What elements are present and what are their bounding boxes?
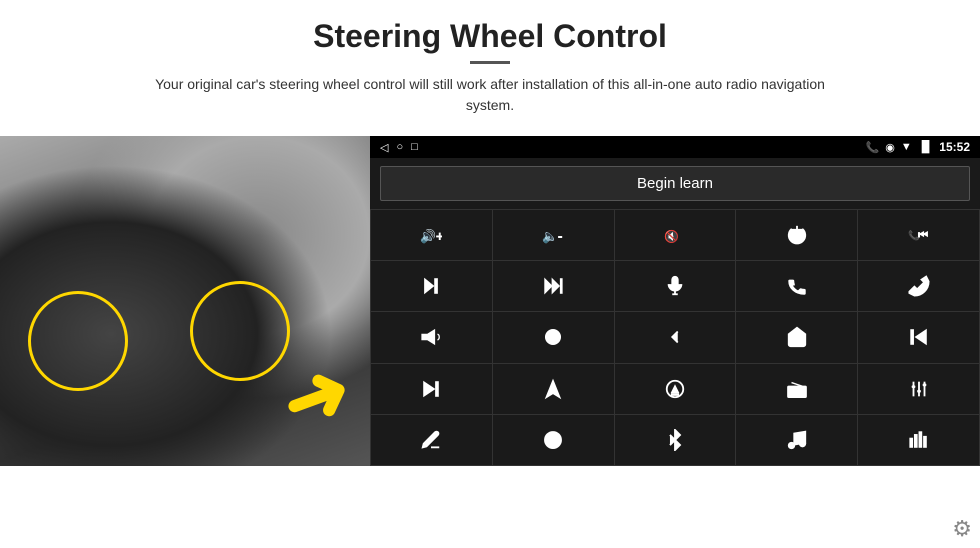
navigation-button[interactable]: [493, 364, 614, 414]
vol-down-button[interactable]: 🔈-: [493, 210, 614, 260]
svg-text:🔊+: 🔊+: [420, 228, 442, 245]
ff-button[interactable]: [493, 261, 614, 311]
radio-button[interactable]: [736, 364, 857, 414]
recent-nav-icon[interactable]: □: [411, 141, 418, 153]
skip-forward-button[interactable]: [371, 364, 492, 414]
eject-button[interactable]: [615, 364, 736, 414]
seicane-watermark: Seicane: [626, 514, 723, 540]
status-time: 15:52: [939, 140, 970, 154]
bluetooth-button[interactable]: [615, 415, 736, 465]
equalizer-button[interactable]: [858, 364, 979, 414]
svg-text:360°: 360°: [550, 336, 560, 341]
page-title: Steering Wheel Control: [60, 18, 920, 55]
location-icon: ◉: [885, 141, 895, 154]
svg-text:⏮: ⏮: [918, 230, 928, 242]
hang-up-button[interactable]: [858, 261, 979, 311]
music-button[interactable]: [736, 415, 857, 465]
back-button[interactable]: [615, 312, 736, 362]
vol-up-button[interactable]: 🔊+: [371, 210, 492, 260]
next-track-button[interactable]: [371, 261, 492, 311]
settings-wheel-button[interactable]: [493, 415, 614, 465]
pen-button[interactable]: [371, 415, 492, 465]
back-nav-icon[interactable]: ◁: [380, 141, 388, 154]
status-nav-icons: ◁ ○ □: [380, 141, 418, 154]
svg-text:🔇: 🔇: [664, 230, 679, 244]
begin-learn-button[interactable]: Begin learn: [380, 166, 970, 201]
prev-track-call-button[interactable]: 📞 ⏮: [858, 210, 979, 260]
horn-button[interactable]: [371, 312, 492, 362]
phone-call-button[interactable]: [736, 261, 857, 311]
title-divider: [470, 61, 510, 64]
page-container: Steering Wheel Control Your original car…: [0, 0, 980, 548]
begin-learn-row: Begin learn: [370, 158, 980, 209]
settings-gear-icon[interactable]: ⚙: [952, 516, 972, 542]
rewind-button[interactable]: [858, 312, 979, 362]
svg-text:🔈-: 🔈-: [542, 229, 562, 245]
content-row: ➜ ◁ ○ □ 📞 ◉ ▼ ▐▌ 15:52: [0, 136, 980, 548]
phone-status-icon: 📞: [866, 141, 880, 154]
android-panel: ◁ ○ □ 📞 ◉ ▼ ▐▌ 15:52 Begin learn: [370, 136, 980, 466]
wifi-icon: ▼: [901, 141, 912, 153]
icon-grid: 🔊+ 🔈- 🔇: [370, 209, 980, 466]
car-image: ➜: [0, 136, 370, 466]
home-nav-icon[interactable]: ○: [396, 141, 403, 153]
android-panel-wrapper: ◁ ○ □ 📞 ◉ ▼ ▐▌ 15:52 Begin learn: [370, 136, 980, 548]
signal-icon: ▐▌: [918, 141, 934, 153]
left-control-circle: [28, 291, 128, 391]
audio-bars-button[interactable]: [858, 415, 979, 465]
home-button[interactable]: [736, 312, 857, 362]
status-bar: ◁ ○ □ 📞 ◉ ▼ ▐▌ 15:52: [370, 136, 980, 158]
header-section: Steering Wheel Control Your original car…: [0, 0, 980, 126]
microphone-button[interactable]: [615, 261, 736, 311]
camera-360-button[interactable]: 360°: [493, 312, 614, 362]
power-button[interactable]: [736, 210, 857, 260]
status-right-icons: 📞 ◉ ▼ ▐▌ 15:52: [866, 140, 971, 154]
mute-button[interactable]: 🔇: [615, 210, 736, 260]
subtitle-text: Your original car's steering wheel contr…: [140, 74, 840, 116]
